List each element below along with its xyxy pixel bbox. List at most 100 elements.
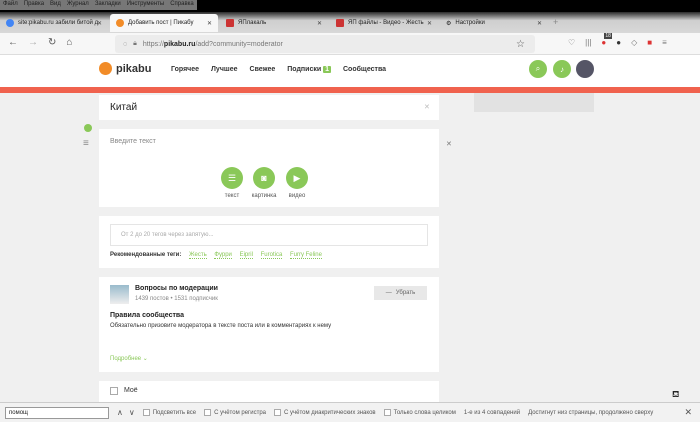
tab-google[interactable]: site:pikabu.ru забили битой д ✕ <box>0 14 108 32</box>
yapfiles-icon <box>336 19 344 27</box>
text-block-card: Введите текст ☰ ◙ ▶ текст картинка видео <box>99 129 439 207</box>
paint-bucket-icon[interactable]: ⛾ <box>672 389 679 401</box>
tags-input[interactable]: От 2 до 20 тегов через запятую... <box>110 224 428 246</box>
tags-card: От 2 до 20 тегов через запятую... Рекоме… <box>99 216 439 268</box>
pocket-icon[interactable]: ♡ <box>568 38 575 47</box>
gear-icon: ⚙ <box>446 20 452 27</box>
chevron-down-icon: ⌄ <box>142 356 148 362</box>
menu-bar: Файл Правка Вид Журнал Закладки Инструме… <box>0 0 700 12</box>
find-bar: помощ ∧ ∨ Подсветить все С учётом регист… <box>0 402 700 422</box>
find-count: 1-е из 4 совпадений <box>463 409 521 416</box>
pikabu-logo-icon <box>99 62 112 75</box>
search-icon[interactable]: ⌕ <box>529 60 547 78</box>
menu-file[interactable]: Файл <box>3 1 18 9</box>
extension-badge-icon[interactable]: ● 18 <box>601 33 612 47</box>
close-tab-icon[interactable]: ✕ <box>97 20 102 27</box>
tab-yaplakal[interactable]: ЯПлакаль ✕ <box>220 14 328 32</box>
new-tab-button[interactable]: + <box>553 17 558 27</box>
find-prev-icon[interactable]: ∧ <box>117 408 123 417</box>
mine-label: Моё <box>124 387 138 394</box>
tab-label: ЯПлакаль <box>238 20 267 26</box>
video-block-button[interactable]: ▶ <box>286 167 308 189</box>
find-input[interactable]: помощ <box>5 406 109 419</box>
shield-ext-icon[interactable]: ◇ <box>631 38 637 47</box>
avatar[interactable] <box>576 60 594 78</box>
find-status: Достигнут низ страницы, продолжено сверх… <box>528 409 654 416</box>
hamburger-menu-icon[interactable]: ≡ <box>662 38 667 47</box>
text-block-button[interactable]: ☰ <box>221 167 243 189</box>
library-icon[interactable]: ||| <box>585 38 591 47</box>
whole-words-checkbox[interactable]: Только слова целиком <box>383 408 456 416</box>
tab-pikabu[interactable]: Добавить пост | Пикабу ✕ <box>110 14 218 32</box>
community-name[interactable]: Вопросы по модерации <box>135 285 218 292</box>
lock-icon: 🔒︎ <box>133 40 137 47</box>
back-icon[interactable]: ← <box>8 37 18 48</box>
remove-community-button[interactable]: — Убрать <box>374 286 427 300</box>
tag-suggestion[interactable]: Жесть <box>189 252 207 259</box>
post-title-input[interactable]: Китай <box>110 102 137 113</box>
menu-view[interactable]: Вид <box>50 1 61 9</box>
remove-block-icon[interactable]: ✕ <box>446 140 452 148</box>
nav-subscriptions[interactable]: Подписки 1 <box>287 66 331 73</box>
clear-title-icon[interactable]: ✕ <box>424 103 430 111</box>
bookmark-star-icon[interactable]: ☆ <box>516 39 525 50</box>
extension-icon[interactable]: ● <box>616 38 621 47</box>
diacritics-checkbox[interactable]: С учётом диакритических знаков <box>274 408 376 416</box>
tag-suggestion[interactable]: Фурри <box>214 252 232 259</box>
menu-edit[interactable]: Правка <box>24 1 44 9</box>
nav-communities[interactable]: Сообщества <box>343 66 386 73</box>
add-block-icon[interactable] <box>84 124 92 132</box>
community-avatar[interactable] <box>110 285 129 304</box>
highlight-all-checkbox[interactable]: Подсветить все <box>142 408 196 416</box>
community-stats: 1439 постов • 1531 подписчик <box>135 296 218 302</box>
minus-icon: — <box>385 290 392 296</box>
tag-suggestion[interactable]: Furry Feline <box>289 252 322 259</box>
menu-bookmarks[interactable]: Закладки <box>95 1 121 9</box>
tab-label: site:pikabu.ru забили битой д <box>18 20 99 26</box>
tab-yapfiles[interactable]: ЯП файлы - Видео - Жесть ✕ <box>330 14 438 32</box>
close-tab-icon[interactable]: ✕ <box>317 20 322 27</box>
bell-icon[interactable]: ♪ <box>553 60 571 78</box>
nav-hot[interactable]: Горячее <box>171 66 199 73</box>
header-accent-bar <box>0 87 700 93</box>
subs-badge: 1 <box>323 66 331 73</box>
video-label: видео <box>288 193 306 199</box>
image-block-button[interactable]: ◙ <box>253 167 275 189</box>
tab-label: ЯП файлы - Видео - Жесть <box>348 20 424 26</box>
rules-text: Обязательно призовите модератора в текст… <box>110 323 332 329</box>
tab-settings[interactable]: ⚙ Настройки ✕ <box>440 14 548 32</box>
nav-fresh[interactable]: Свежее <box>250 66 276 73</box>
drag-handle-icon[interactable]: ≡ <box>83 138 89 149</box>
recommended-tags-label: Рекомендованные теги: <box>110 252 182 258</box>
forward-icon[interactable]: → <box>28 37 38 48</box>
home-icon[interactable]: ⌂ <box>66 37 72 48</box>
url-text: https://pikabu.ru/add?community=moderato… <box>142 40 283 48</box>
tab-label: Добавить пост | Пикабу <box>128 20 194 26</box>
title-card: Китай ✕ <box>99 95 439 120</box>
nav-best[interactable]: Лучшее <box>211 66 238 73</box>
more-link[interactable]: Подробнее ⌄ <box>110 355 148 362</box>
reload-icon[interactable]: ↻ <box>48 37 56 48</box>
menu-help[interactable]: Справка <box>170 1 194 9</box>
yaplakal-icon <box>226 19 234 27</box>
close-tab-icon[interactable]: ✕ <box>207 20 212 27</box>
close-tab-icon[interactable]: ✕ <box>427 20 432 27</box>
tag-suggestion[interactable]: Eipril <box>239 252 253 259</box>
tag-suggestion[interactable]: Furotica <box>260 252 283 259</box>
pikabu-logo[interactable]: pikabu <box>99 62 151 75</box>
menu-tools[interactable]: Инструменты <box>127 1 164 9</box>
close-find-icon[interactable]: ✕ <box>684 407 692 418</box>
menu-history[interactable]: Журнал <box>67 1 89 9</box>
find-next-icon[interactable]: ∨ <box>129 408 135 417</box>
rules-title: Правила сообщества <box>110 312 184 319</box>
mine-checkbox[interactable] <box>110 387 118 395</box>
mine-card: Моё <box>99 381 439 402</box>
pikabu-icon <box>116 19 124 27</box>
url-bar[interactable]: ◌ 🔒︎ https://pikabu.ru/add?community=mode… <box>115 35 535 53</box>
shield-icon: ◌ <box>123 40 128 48</box>
close-tab-icon[interactable]: ✕ <box>537 20 542 27</box>
text-input[interactable]: Введите текст <box>110 138 156 145</box>
match-case-checkbox[interactable]: С учётом регистра <box>204 408 266 416</box>
screenshot-icon[interactable]: ■ <box>647 38 652 47</box>
sidebar-block <box>474 93 594 112</box>
